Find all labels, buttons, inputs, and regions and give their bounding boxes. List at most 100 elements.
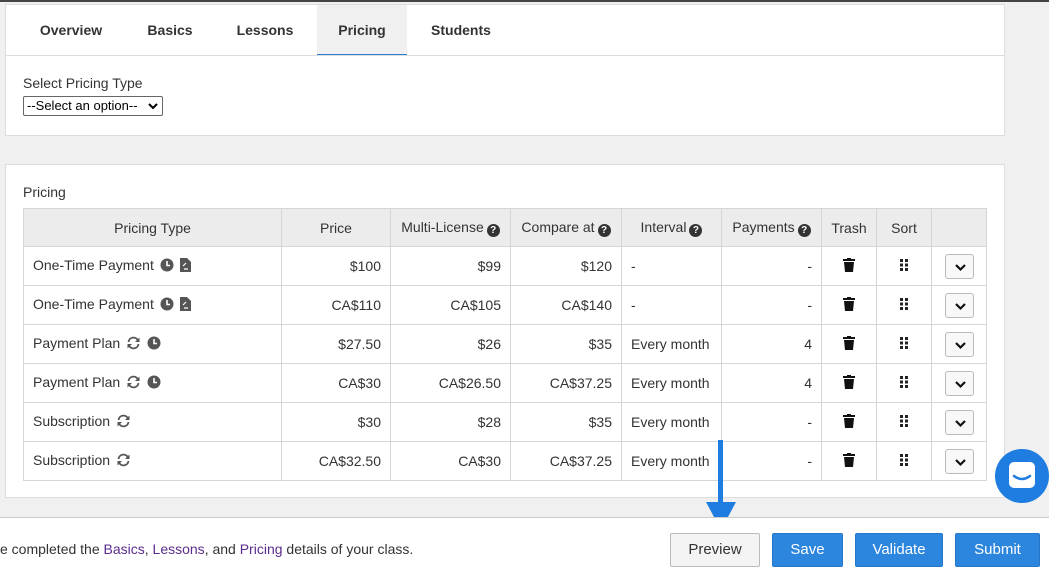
cell-pricing-type: Subscription xyxy=(23,402,282,442)
payments-text: - xyxy=(807,297,812,313)
col-sort-label: Sort xyxy=(891,219,917,236)
clock-icon xyxy=(147,375,161,392)
completion-message: e completed the Basics, Lessons, and Pri… xyxy=(0,541,413,557)
trash-icon[interactable] xyxy=(843,335,855,353)
tab-students[interactable]: Students xyxy=(416,5,506,56)
price-text: CA$110 xyxy=(331,297,381,313)
cell-payments: - xyxy=(721,285,822,325)
row-dropdown-button[interactable] xyxy=(944,253,974,279)
submit-button[interactable]: Submit xyxy=(955,533,1040,567)
compare-at-text: CA$37.25 xyxy=(549,375,612,391)
pricing-type-text: One-Time Payment xyxy=(33,257,154,273)
drag-handle-icon[interactable] xyxy=(899,336,909,352)
clock-icon xyxy=(147,336,161,353)
multi-license-text: CA$26.50 xyxy=(438,375,501,391)
row-dropdown-button[interactable] xyxy=(944,370,974,396)
multi-license-text: $28 xyxy=(477,414,501,430)
cell-multi-license: CA$105 xyxy=(390,285,511,325)
cell-compare-at: $35 xyxy=(510,402,622,442)
cell-trash xyxy=(821,363,877,403)
cell-interval: Every month xyxy=(621,402,722,442)
table-row: Subscription $30 $28 $35 Every month - xyxy=(23,402,987,442)
interval-text: - xyxy=(631,297,636,313)
validate-button[interactable]: Validate xyxy=(855,533,943,567)
interval-text: Every month xyxy=(631,375,710,391)
drag-handle-icon[interactable] xyxy=(899,258,909,274)
trash-icon[interactable] xyxy=(843,257,855,275)
cell-payments: 4 xyxy=(721,363,822,403)
chevron-down-icon xyxy=(946,380,975,400)
multi-license-text: CA$30 xyxy=(458,453,501,469)
pricing-link[interactable]: Pricing xyxy=(240,541,283,557)
cell-pricing-type: Payment Plan xyxy=(23,324,282,364)
cell-price: CA$110 xyxy=(281,285,391,325)
pricing-type-select[interactable]: --Select an option-- xyxy=(23,96,163,116)
cell-trash xyxy=(821,441,877,481)
pricing-type-select-value: --Select an option-- xyxy=(27,98,138,113)
message-text: , xyxy=(144,541,153,557)
cell-pricing-type: One-Time Payment xyxy=(23,285,282,325)
cell-multi-license: $99 xyxy=(390,246,511,286)
chevron-down-icon xyxy=(946,341,975,361)
help-icon[interactable]: ? xyxy=(486,223,500,237)
cell-pricing-type: Subscription xyxy=(23,441,282,481)
trash-icon[interactable] xyxy=(843,413,855,431)
help-icon[interactable]: ? xyxy=(797,223,811,237)
basics-link[interactable]: Basics xyxy=(104,541,145,557)
cell-trash xyxy=(821,324,877,364)
drag-handle-icon[interactable] xyxy=(899,297,909,313)
cell-sort xyxy=(876,285,932,325)
drag-handle-icon[interactable] xyxy=(899,375,909,391)
tab-pricing[interactable]: Pricing xyxy=(317,5,407,56)
row-dropdown-button[interactable] xyxy=(944,409,974,435)
select-pricing-panel: Select Pricing Type --Select an option-- xyxy=(5,55,1005,136)
chevron-down-icon xyxy=(148,97,158,122)
trash-icon[interactable] xyxy=(843,296,855,314)
trash-icon[interactable] xyxy=(843,374,855,392)
tab-bar: Overview Basics Lessons Pricing Students xyxy=(5,4,1005,56)
help-icon[interactable]: ? xyxy=(597,223,611,237)
cell-trash xyxy=(821,285,877,325)
chat-launcher-button[interactable] xyxy=(995,449,1049,503)
col-compare-at-label: Compare at xyxy=(521,218,595,235)
drag-handle-icon[interactable] xyxy=(899,453,909,469)
cell-price: CA$30 xyxy=(281,363,391,403)
table-row: One-Time Payment CA$110 CA$105 CA$140 - … xyxy=(23,285,987,325)
cell-interval: Every month xyxy=(621,324,722,364)
cell-actions xyxy=(931,441,987,481)
lessons-link[interactable]: Lessons xyxy=(153,541,205,557)
cell-payments: - xyxy=(721,402,822,442)
payments-text: 4 xyxy=(804,375,812,391)
chevron-down-icon xyxy=(946,302,975,322)
refresh-icon xyxy=(126,336,141,353)
tab-lessons[interactable]: Lessons xyxy=(220,5,310,56)
row-dropdown-button[interactable] xyxy=(944,292,974,318)
row-dropdown-button[interactable] xyxy=(944,448,974,474)
price-text: $27.50 xyxy=(338,336,381,352)
pricing-type-text: Subscription xyxy=(33,452,111,468)
cell-compare-at: CA$140 xyxy=(510,285,622,325)
cell-actions xyxy=(931,285,987,325)
tab-basics[interactable]: Basics xyxy=(124,5,216,56)
trash-icon[interactable] xyxy=(843,452,855,470)
refresh-icon xyxy=(116,414,131,431)
top-border xyxy=(0,0,1049,2)
message-text: , and xyxy=(204,541,240,557)
price-text: $100 xyxy=(349,258,381,274)
pricing-table: Pricing Type Price Multi-License? Compar… xyxy=(23,208,987,481)
message-text: e completed the xyxy=(0,541,104,557)
select-pricing-label: Select Pricing Type xyxy=(23,75,143,91)
cell-actions xyxy=(931,363,987,403)
tab-overview[interactable]: Overview xyxy=(21,5,121,56)
row-dropdown-button[interactable] xyxy=(944,331,974,357)
drag-handle-icon[interactable] xyxy=(899,414,909,430)
save-button[interactable]: Save xyxy=(772,533,843,567)
help-icon[interactable]: ? xyxy=(689,223,703,237)
cell-compare-at: CA$37.25 xyxy=(510,441,622,481)
preview-button[interactable]: Preview xyxy=(670,533,760,567)
multi-license-text: $26 xyxy=(477,336,501,352)
pricing-type-text: Payment Plan xyxy=(33,335,121,351)
cell-price: $100 xyxy=(281,246,391,286)
cell-price: $30 xyxy=(281,402,391,442)
document-icon xyxy=(179,258,191,275)
